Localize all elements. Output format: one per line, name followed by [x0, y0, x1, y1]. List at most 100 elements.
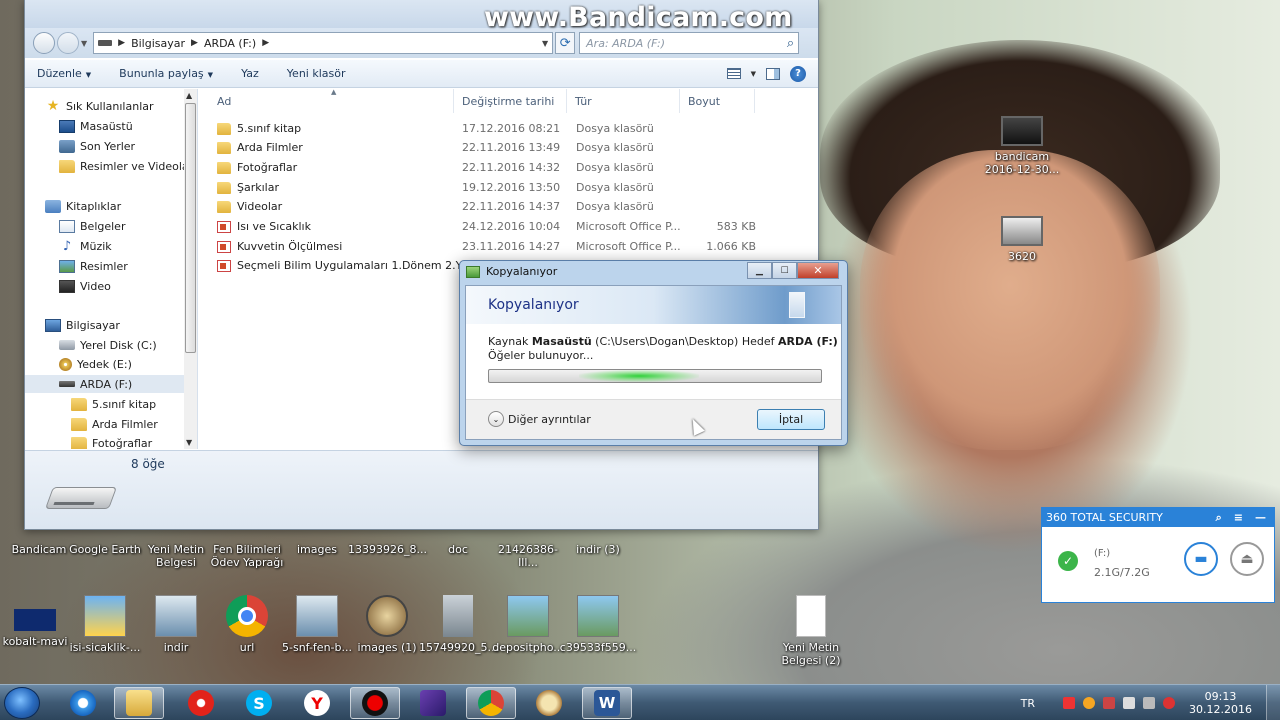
- recent-pages-icon[interactable]: ▼: [81, 39, 87, 48]
- minimize-button[interactable]: ▁: [747, 262, 772, 279]
- desktop-icon-images[interactable]: images: [278, 543, 356, 556]
- nav-sub-fotograflar[interactable]: Fotoğraflar: [71, 434, 152, 449]
- desktop-icon-kobalt-mavi[interactable]: kobalt-mavi: [0, 595, 74, 648]
- nav-sub-5sinif[interactable]: 5.sınıf kitap: [71, 395, 156, 413]
- chevron-right-icon[interactable]: ▶: [118, 38, 125, 48]
- desktop-icon-google-earth[interactable]: Google Earth: [66, 543, 144, 556]
- start-button[interactable]: [4, 687, 40, 719]
- desktop-icon-bandicam-video[interactable]: bandicam 2016-12-30...: [983, 110, 1061, 176]
- nav-video[interactable]: Video: [59, 277, 111, 295]
- taskbar-ie[interactable]: [58, 687, 108, 719]
- taskbar-word[interactable]: W: [582, 687, 632, 719]
- security-tray-icon[interactable]: [1103, 697, 1116, 709]
- nav-desktop[interactable]: Masaüstü: [59, 117, 133, 135]
- taskbar-3d-app[interactable]: [408, 687, 458, 719]
- nav-libraries[interactable]: Kitaplıklar: [45, 197, 121, 215]
- nav-favorites[interactable]: ★ Sık Kullanılanlar: [45, 97, 154, 115]
- column-type[interactable]: Tür: [567, 89, 680, 113]
- nav-computer[interactable]: Bilgisayar: [45, 316, 120, 334]
- forward-button[interactable]: [57, 32, 79, 54]
- language-indicator[interactable]: TR: [1021, 697, 1035, 710]
- desktop-icon-isi-sicaklik[interactable]: isi-sicaklik-...: [66, 595, 144, 654]
- desktop-icon-yeni-metin-2[interactable]: Yeni Metin Belgesi (2): [772, 595, 850, 667]
- chevron-down-icon[interactable]: ▼: [542, 39, 548, 48]
- file-row[interactable]: Kuvvetin Ölçülmesi 23.11.2016 14:27 Micr…: [217, 237, 756, 256]
- 360-tray-icon[interactable]: [1083, 697, 1096, 709]
- more-details-button[interactable]: ⌄ Diğer ayrıntılar: [488, 411, 591, 427]
- eject-button[interactable]: ⏏: [1230, 542, 1264, 576]
- close-button[interactable]: ✕: [797, 262, 839, 279]
- chevron-down-icon[interactable]: ▼: [751, 70, 756, 78]
- chevron-right-icon[interactable]: ▶: [262, 38, 269, 48]
- desktop-icon-url[interactable]: url: [208, 595, 286, 654]
- usb-tray-icon[interactable]: [1143, 697, 1156, 709]
- desktop-icon-indir-3[interactable]: indir (3): [559, 543, 637, 556]
- refresh-button[interactable]: ⟳: [555, 32, 576, 54]
- scrollbar-thumb[interactable]: [185, 103, 196, 353]
- file-row[interactable]: Fotoğraflar 22.11.2016 14:32 Dosya klasö…: [217, 158, 756, 177]
- pane-splitter[interactable]: [197, 89, 198, 449]
- share-button[interactable]: Bununla paylaş ▼: [119, 67, 213, 80]
- nav-documents[interactable]: Belgeler: [59, 217, 125, 235]
- nav-arda[interactable]: ARDA (F:): [25, 375, 197, 393]
- nav-pictures[interactable]: Resimler: [59, 257, 128, 275]
- file-row[interactable]: 5.sınıf kitap 17.12.2016 08:21 Dosya kla…: [217, 119, 756, 138]
- search-input[interactable]: Ara: ARDA (F:) ⌕: [579, 32, 800, 54]
- signal-icon[interactable]: [1123, 697, 1136, 709]
- open-folder-button[interactable]: ▬: [1184, 542, 1218, 576]
- desktop-icon-indir[interactable]: indir: [137, 595, 215, 654]
- file-row[interactable]: Arda Filmler 22.11.2016 13:49 Dosya klas…: [217, 138, 756, 157]
- desktop-icon-images-1[interactable]: images (1): [348, 595, 426, 654]
- desktop-icon-5-snf-fen[interactable]: 5-snf-fen-b...: [278, 595, 356, 654]
- action-center-icon[interactable]: [1063, 697, 1076, 709]
- desktop-icon-21426386[interactable]: 21426386-Ill...: [489, 543, 567, 569]
- back-button[interactable]: [33, 32, 55, 54]
- desktop-icon-doc[interactable]: doc: [419, 543, 497, 556]
- desktop-icon-3620[interactable]: 3620: [983, 210, 1061, 263]
- nav-backup[interactable]: Yedek (E:): [59, 355, 132, 373]
- taskbar-chrome[interactable]: [466, 687, 516, 719]
- desktop-icon-depositpho[interactable]: depositpho...: [489, 595, 567, 654]
- scroll-down-icon[interactable]: ▼: [186, 438, 192, 447]
- breadcrumb-computer[interactable]: Bilgisayar: [131, 37, 185, 50]
- volume-muted-icon[interactable]: [1163, 697, 1176, 709]
- file-row[interactable]: Videolar 22.11.2016 14:37 Dosya klasörü: [217, 197, 756, 216]
- cancel-button[interactable]: İptal: [757, 409, 825, 430]
- nav-recent[interactable]: Son Yerler: [59, 137, 135, 155]
- taskbar-bandicam[interactable]: [350, 687, 400, 719]
- menu-icon[interactable]: ≡: [1234, 511, 1243, 525]
- maximize-button[interactable]: ☐: [772, 262, 797, 279]
- minimize-icon[interactable]: —: [1255, 511, 1266, 525]
- show-desktop-button[interactable]: [1266, 685, 1280, 720]
- nav-sub-arda-filmler[interactable]: Arda Filmler: [71, 415, 158, 433]
- column-date[interactable]: Değiştirme tarihi: [454, 89, 567, 113]
- file-row[interactable]: Şarkılar 19.12.2016 13:50 Dosya klasörü: [217, 178, 756, 197]
- file-row[interactable]: Isı ve Sıcaklık 24.12.2016 10:04 Microso…: [217, 217, 756, 236]
- taskbar-app-red[interactable]: [176, 687, 226, 719]
- new-folder-button[interactable]: Yeni klasör: [287, 67, 346, 80]
- taskbar-skype[interactable]: S: [234, 687, 284, 719]
- desktop-icon-15749920[interactable]: 15749920_5...: [419, 595, 498, 654]
- desktop-icon-c39533f559[interactable]: c39533f559...: [559, 595, 637, 654]
- column-size[interactable]: Boyut: [680, 89, 755, 113]
- desktop-icon-13393926[interactable]: 13393926_8...: [348, 543, 427, 556]
- nav-pics-videos[interactable]: Resimler ve Videolar: [59, 157, 193, 175]
- print-button[interactable]: Yaz: [241, 67, 259, 80]
- search-icon[interactable]: ⌕: [1216, 511, 1222, 525]
- taskbar-paint[interactable]: [524, 687, 574, 719]
- nav-scrollbar[interactable]: ▲ ▼: [184, 89, 197, 449]
- dialog-titlebar[interactable]: Kopyalanıyor: [466, 265, 557, 278]
- nav-local-disk[interactable]: Yerel Disk (C:): [59, 336, 157, 354]
- address-bar[interactable]: ▶ Bilgisayar ▶ ARDA (F:) ▶ ▼: [93, 32, 554, 54]
- help-icon[interactable]: ?: [790, 65, 806, 82]
- nav-music[interactable]: ♪ Müzik: [59, 237, 112, 255]
- taskbar-yandex[interactable]: Y: [292, 687, 342, 719]
- scroll-up-icon[interactable]: ▲: [186, 91, 192, 100]
- view-options-icon[interactable]: [726, 68, 741, 79]
- taskbar-explorer[interactable]: [114, 687, 164, 719]
- desktop-icon-fen-bilimleri[interactable]: Fen Bilimleri Ödev Yaprağı: [208, 543, 286, 569]
- breadcrumb-arda[interactable]: ARDA (F:): [204, 37, 256, 50]
- organize-button[interactable]: Düzenle ▼: [37, 67, 91, 80]
- desktop-icon-yeni-metin[interactable]: Yeni Metin Belgesi: [137, 543, 215, 569]
- clock[interactable]: 09:13 30.12.2016: [1189, 690, 1252, 716]
